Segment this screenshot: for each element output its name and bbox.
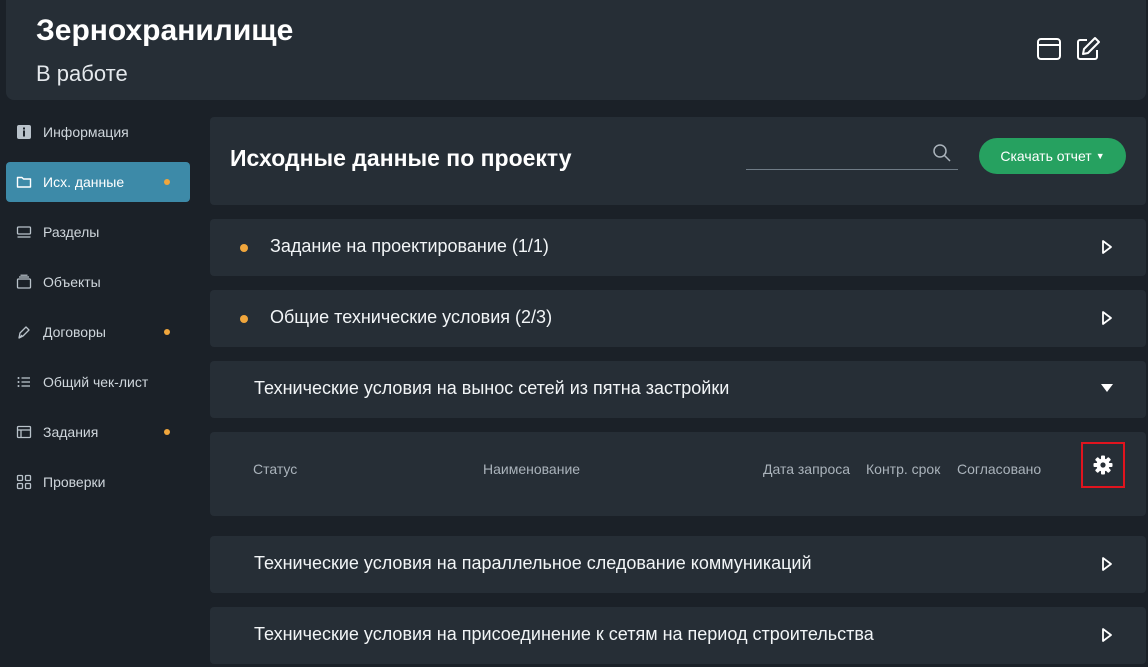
window-icon[interactable] [1036, 36, 1062, 62]
sidebar-item-label: Информация [43, 124, 129, 140]
sidebar-item-label: Общий чек-лист [43, 374, 149, 390]
sidebar-item-tasks[interactable]: Задания [6, 412, 190, 452]
section-construction-connection[interactable]: Технические условия на присоединение к с… [210, 607, 1146, 664]
project-title: Зернохранилище [36, 14, 294, 47]
sidebar-item-checklist[interactable]: Общий чек-лист [6, 362, 190, 402]
sidebar-item-label: Объекты [43, 274, 101, 290]
section-title: Общие технические условия (2/3) [270, 307, 553, 327]
column-approved: Согласовано [957, 461, 1042, 477]
expand-arrow-icon[interactable] [1100, 556, 1114, 572]
column-deadline: Контр. срок [866, 461, 941, 477]
grid-icon [16, 474, 32, 490]
notification-dot [164, 329, 170, 335]
caret-down-icon: ▼ [1095, 151, 1105, 161]
sidebar-item-label: Разделы [43, 224, 100, 240]
sidebar: Информация Исх. данные Разделы Объекты Д… [0, 112, 196, 512]
search-input[interactable] [746, 143, 930, 171]
tasks-icon [16, 425, 32, 439]
gear-icon [1093, 455, 1113, 475]
sidebar-item-info[interactable]: Информация [6, 112, 190, 152]
sections-icon [16, 226, 32, 238]
expand-arrow-icon[interactable] [1100, 239, 1114, 255]
sidebar-item-label: Задания [43, 424, 99, 440]
folder-icon [16, 176, 32, 188]
search-icon[interactable] [932, 143, 952, 163]
sidebar-item-contracts[interactable]: Договоры [6, 312, 190, 352]
section-title: Задание на проектирование (1/1) [270, 236, 549, 256]
notification-dot [164, 429, 170, 435]
sidebar-item-label: Проверки [43, 474, 106, 490]
checklist-icon [17, 377, 30, 387]
notification-dot [164, 179, 170, 185]
section-title: Технические условия на вынос сетей из пя… [254, 378, 730, 398]
section-title: Технические условия на присоединение к с… [254, 624, 874, 644]
pen-icon [18, 326, 30, 339]
sidebar-item-objects[interactable]: Объекты [6, 262, 190, 302]
section-network-relocation[interactable]: Технические условия на вынос сетей из пя… [210, 361, 1146, 418]
expand-arrow-icon[interactable] [1100, 627, 1114, 643]
column-status: Статус [253, 461, 298, 477]
download-report-button[interactable]: Скачать отчет ▼ [979, 138, 1126, 174]
download-report-label: Скачать отчет [1000, 148, 1092, 164]
status-dot [240, 315, 248, 323]
page-header: Исходные данные по проекту Скачать отчет… [210, 117, 1146, 205]
table-settings-button[interactable] [1081, 442, 1125, 488]
info-icon [17, 125, 31, 139]
collapse-arrow-icon[interactable] [1099, 382, 1115, 394]
stack-icon [16, 274, 32, 289]
sidebar-item-sections[interactable]: Разделы [6, 212, 190, 252]
section-design-assignment[interactable]: Задание на проектирование (1/1) [210, 219, 1146, 276]
section-parallel-communications[interactable]: Технические условия на параллельное след… [210, 536, 1146, 593]
sidebar-item-checks[interactable]: Проверки [6, 462, 190, 502]
status-dot [240, 244, 248, 252]
expand-arrow-icon[interactable] [1100, 310, 1114, 326]
page-title: Исходные данные по проекту [230, 145, 572, 171]
sidebar-item-source-data[interactable]: Исх. данные [6, 162, 190, 202]
search-box [746, 143, 958, 171]
sidebar-item-label: Договоры [43, 324, 106, 340]
documents-table-header: Статус Наименование Дата запроса Контр. … [210, 432, 1146, 516]
column-name: Наименование [483, 461, 581, 477]
section-title: Технические условия на параллельное след… [254, 553, 812, 573]
column-request-date: Дата запроса [763, 461, 851, 477]
sidebar-item-label: Исх. данные [43, 174, 125, 190]
project-header: Зернохранилище В работе [6, 0, 1146, 100]
edit-icon[interactable] [1075, 36, 1101, 62]
project-status: В работе [36, 61, 128, 86]
section-general-tech-conditions[interactable]: Общие технические условия (2/3) [210, 290, 1146, 347]
